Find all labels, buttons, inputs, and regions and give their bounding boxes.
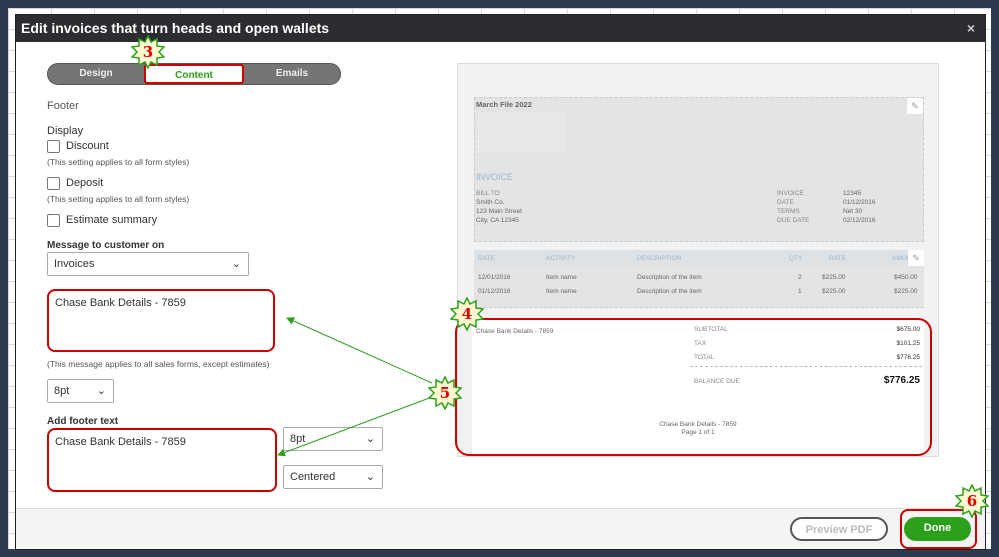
annotation-arrows (277, 317, 433, 457)
step-badge-4: 4 (450, 297, 484, 331)
step-badge-5: 5 (428, 376, 462, 410)
step-number: 6 (966, 492, 978, 510)
step-number: 5 (439, 384, 451, 402)
step-badge-3: 3 (131, 35, 165, 69)
step-number: 3 (142, 43, 154, 61)
arrow-to-footer (277, 396, 433, 457)
step-number: 4 (461, 305, 473, 323)
arrow-to-message (286, 317, 433, 384)
step-badge-6: 6 (955, 484, 989, 518)
